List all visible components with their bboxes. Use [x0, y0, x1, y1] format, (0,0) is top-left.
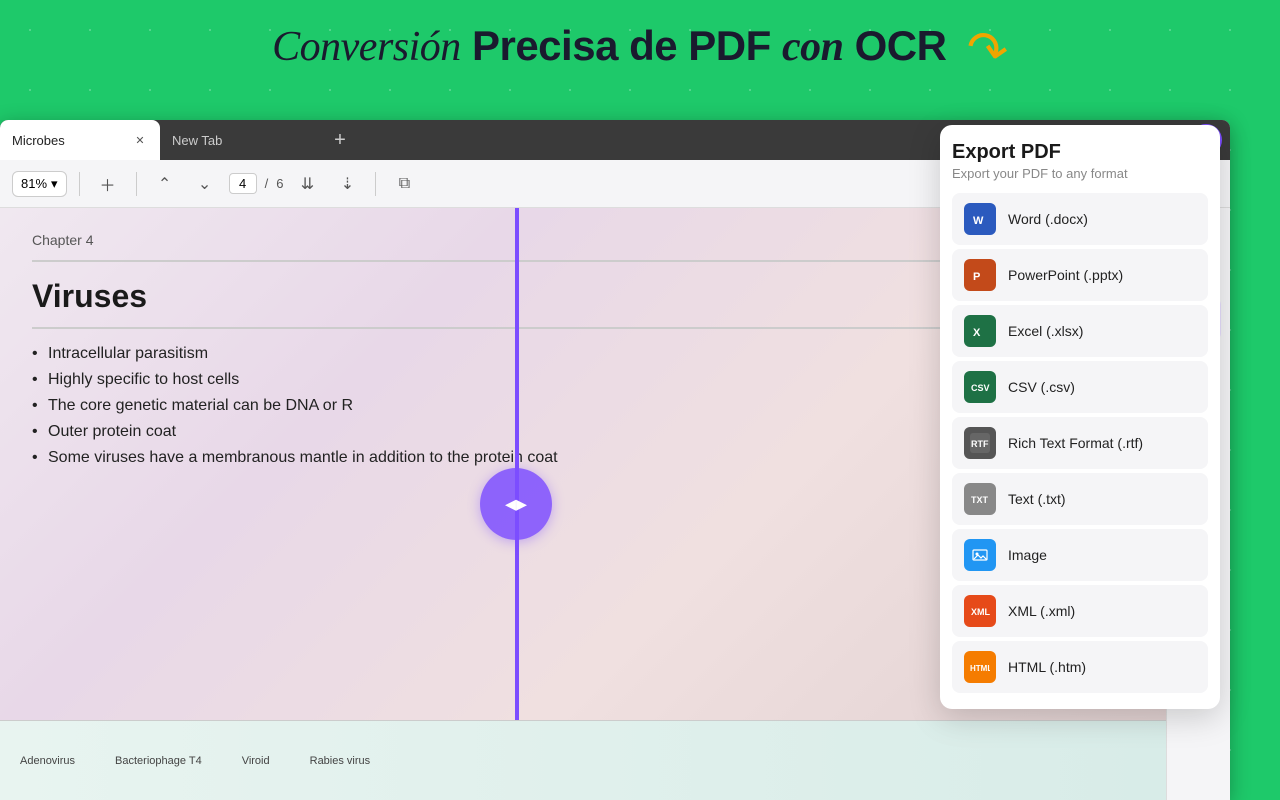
virus-label-3: Viroid [242, 755, 270, 767]
page-nav-button[interactable]: ◂▸ [480, 468, 552, 540]
last-page-button[interactable]: ⇣ [331, 168, 363, 200]
svg-text:X: X [973, 327, 981, 339]
svg-text:TXT: TXT [971, 495, 989, 505]
export-html-button[interactable]: HTML HTML (.htm) [952, 641, 1208, 693]
export-rtf-label: Rich Text Format (.rtf) [1008, 435, 1143, 451]
word-icon: W [964, 203, 996, 235]
zoom-chevron-icon: ▾ [51, 176, 58, 192]
export-word-button[interactable]: W Word (.docx) [952, 193, 1208, 245]
svg-text:CSV: CSV [971, 383, 990, 393]
export-ppt-button[interactable]: P PowerPoint (.pptx) [952, 249, 1208, 301]
export-word-label: Word (.docx) [1008, 211, 1088, 227]
virus-images-row: Adenovirus Bacteriophage T4 Viroid Rabie… [0, 720, 1166, 800]
banner-part3: con [782, 24, 844, 70]
toolbar-separator-2 [136, 172, 137, 196]
svg-text:W: W [973, 215, 984, 227]
banner-part4: OCR [843, 22, 946, 69]
nav-arrows-icon: ◂▸ [505, 491, 527, 517]
banner-part2: Precisa de PDF [461, 22, 782, 69]
virus-label-1: Adenovirus [20, 755, 75, 767]
first-page-button[interactable]: ⇊ [291, 168, 323, 200]
toolbar-separator-3 [375, 172, 376, 196]
zoom-value: 81% [21, 176, 47, 191]
export-excel-button[interactable]: X Excel (.xlsx) [952, 305, 1208, 357]
export-dropdown-subtitle: Export your PDF to any format [952, 166, 1208, 181]
svg-text:P: P [973, 271, 980, 283]
export-dropdown-title: Export PDF [952, 141, 1208, 164]
export-csv-button[interactable]: CSV CSV (.csv) [952, 361, 1208, 413]
export-pdf-dropdown: Export PDF Export your PDF to any format… [940, 125, 1220, 709]
export-xml-label: XML (.xml) [1008, 603, 1075, 619]
svg-text:RTF: RTF [971, 439, 989, 449]
fit-page-button[interactable]: ⧉ [388, 168, 420, 200]
export-ppt-label: PowerPoint (.pptx) [1008, 267, 1123, 283]
zoom-in-button[interactable]: ＋ [92, 168, 124, 200]
toolbar-separator-1 [79, 172, 80, 196]
xml-icon: XML [964, 595, 996, 627]
page-total: 6 [276, 176, 283, 191]
txt-icon: TXT [964, 483, 996, 515]
page-number-input[interactable] [229, 173, 257, 194]
export-csv-label: CSV (.csv) [1008, 379, 1075, 395]
svg-text:HTML: HTML [970, 664, 990, 673]
banner: Conversión Precisa de PDF con OCR ↷ [0, 20, 1280, 80]
arrow-decoration: ↷ [962, 17, 1013, 83]
export-html-label: HTML (.htm) [1008, 659, 1086, 675]
next-page-button[interactable]: ⌄ [189, 168, 221, 200]
virus-label-2: Bacteriophage T4 [115, 755, 202, 767]
tab-newtab[interactable]: New Tab [160, 120, 320, 160]
export-xml-button[interactable]: XML XML (.xml) [952, 585, 1208, 637]
csv-icon: CSV [964, 371, 996, 403]
prev-page-button[interactable]: ⌃ [149, 168, 181, 200]
page-separator: / [265, 176, 269, 191]
tab-microbes[interactable]: Microbes ✕ [0, 120, 160, 160]
tab-close-microbes[interactable]: ✕ [132, 132, 148, 148]
export-txt-button[interactable]: TXT Text (.txt) [952, 473, 1208, 525]
new-tab-button[interactable]: + [324, 124, 356, 156]
svg-text:XML: XML [971, 607, 990, 617]
excel-icon: X [964, 315, 996, 347]
image-icon [964, 539, 996, 571]
export-txt-label: Text (.txt) [1008, 491, 1066, 507]
html-icon: HTML [964, 651, 996, 683]
export-rtf-button[interactable]: RTF Rich Text Format (.rtf) [952, 417, 1208, 469]
rtf-icon: RTF [964, 427, 996, 459]
export-image-label: Image [1008, 547, 1047, 563]
ppt-icon: P [964, 259, 996, 291]
virus-label-4: Rabies virus [310, 755, 371, 767]
zoom-selector[interactable]: 81% ▾ [12, 171, 67, 197]
export-image-button[interactable]: Image [952, 529, 1208, 581]
export-excel-label: Excel (.xlsx) [1008, 323, 1083, 339]
banner-part1: Conversión [272, 24, 461, 70]
